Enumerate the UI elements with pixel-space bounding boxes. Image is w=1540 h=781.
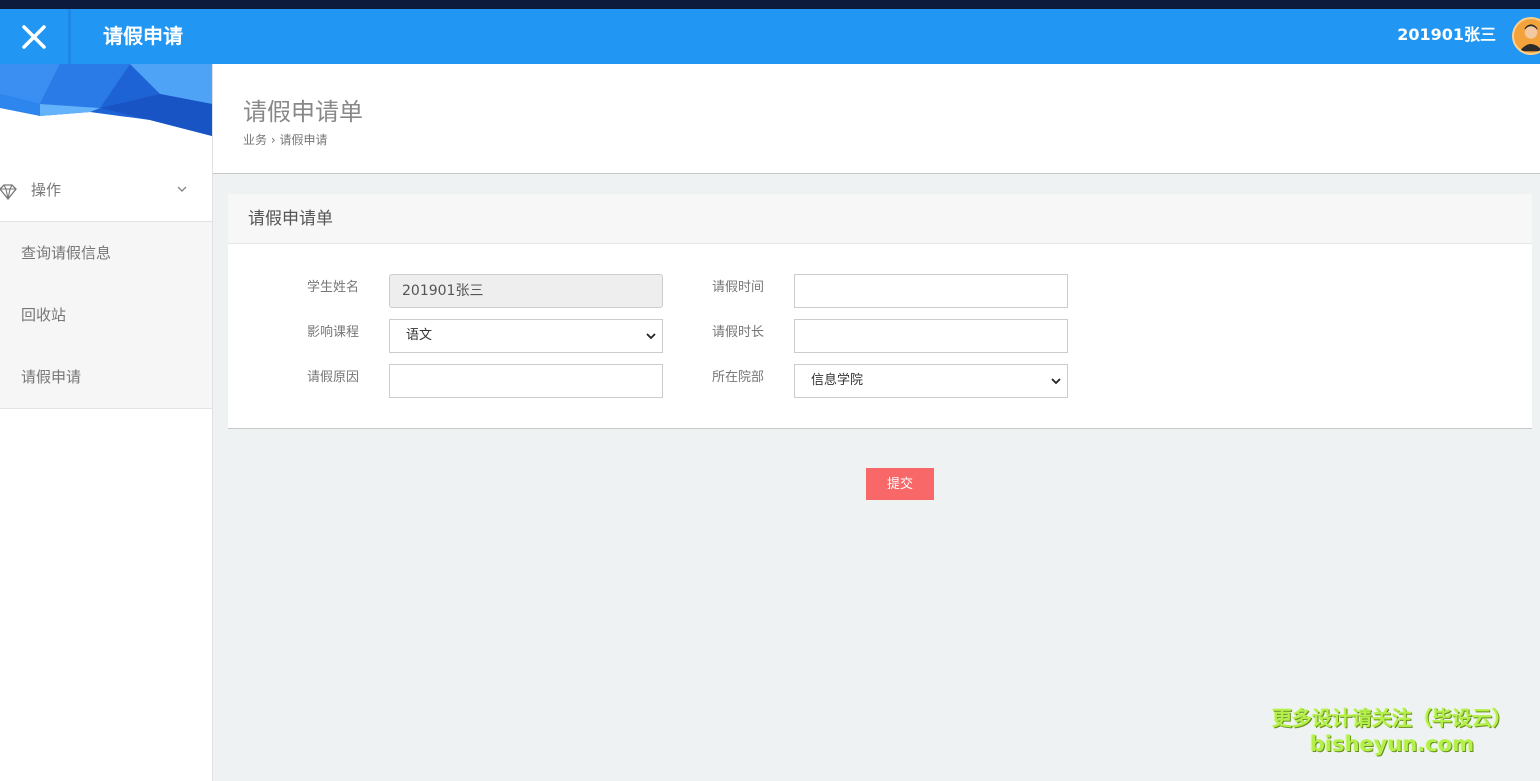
menu-group-operations[interactable]: 操作: [0, 162, 212, 222]
sidebar-item-query-leave[interactable]: 查询请假信息: [0, 222, 212, 284]
leave-time-label: 请假时间: [712, 280, 765, 295]
header-title: 请假申请: [103, 24, 183, 48]
course-label: 影响课程: [307, 325, 360, 340]
reason-label: 请假原因: [307, 370, 360, 385]
course-selected: 语文: [406, 328, 433, 343]
close-icon: [22, 24, 46, 49]
user-name[interactable]: 201901张三: [1397, 9, 1496, 64]
chevron-down-icon: [177, 186, 187, 192]
department-select[interactable]: 信息学院: [794, 364, 1068, 398]
reason-input[interactable]: [389, 364, 663, 398]
page-title: 请假申请单: [243, 98, 363, 126]
submit-button[interactable]: 提交: [866, 468, 934, 500]
leave-form-card: 请假申请单 学生姓名 201901张三 请假时间 影响课程 语文 请假时长 请假…: [228, 194, 1532, 429]
student-name-label: 学生姓名: [307, 280, 360, 295]
breadcrumb-parent[interactable]: 业务: [243, 133, 267, 147]
watermark: 更多设计请关注（毕设云） bisheyun.com: [1257, 704, 1527, 756]
top-strip: [0, 0, 1540, 9]
diamond-icon: [0, 184, 17, 201]
breadcrumb-separator: ›: [270, 133, 276, 147]
chevron-down-icon: [646, 333, 656, 340]
submenu: 查询请假信息 回收站 请假申请: [0, 222, 212, 409]
sidebar-banner: [0, 64, 212, 136]
department-label: 所在院部: [712, 370, 765, 385]
duration-label: 请假时长: [712, 325, 765, 340]
header-divider: [68, 9, 71, 64]
department-selected: 信息学院: [811, 373, 864, 388]
breadcrumb-current: 请假申请: [279, 133, 328, 147]
app-header: 请假申请 201901张三: [0, 9, 1540, 64]
duration-input[interactable]: [794, 319, 1068, 353]
avatar-icon: [1519, 24, 1540, 52]
chevron-down-icon: [1051, 378, 1061, 385]
page-header: 请假申请单 业务 › 请假申请: [213, 64, 1540, 174]
close-button[interactable]: [0, 9, 68, 64]
leave-time-input[interactable]: [794, 274, 1068, 308]
sidebar-item-recycle-bin[interactable]: 回收站: [0, 284, 212, 346]
course-select[interactable]: 语文: [389, 319, 663, 353]
card-title: 请假申请单: [228, 194, 1532, 244]
breadcrumb: 业务 › 请假申请: [243, 131, 328, 148]
student-name-input: 201901张三: [389, 274, 663, 308]
watermark-line1: 更多设计请关注（毕设云）: [1272, 706, 1512, 730]
sidebar-item-leave-apply[interactable]: 请假申请: [0, 346, 212, 408]
avatar[interactable]: [1512, 17, 1540, 55]
watermark-line2: bisheyun.com: [1309, 732, 1475, 756]
sidebar: 操作 查询请假信息 回收站 请假申请: [0, 64, 213, 781]
menu-group-label: 操作: [31, 181, 62, 199]
